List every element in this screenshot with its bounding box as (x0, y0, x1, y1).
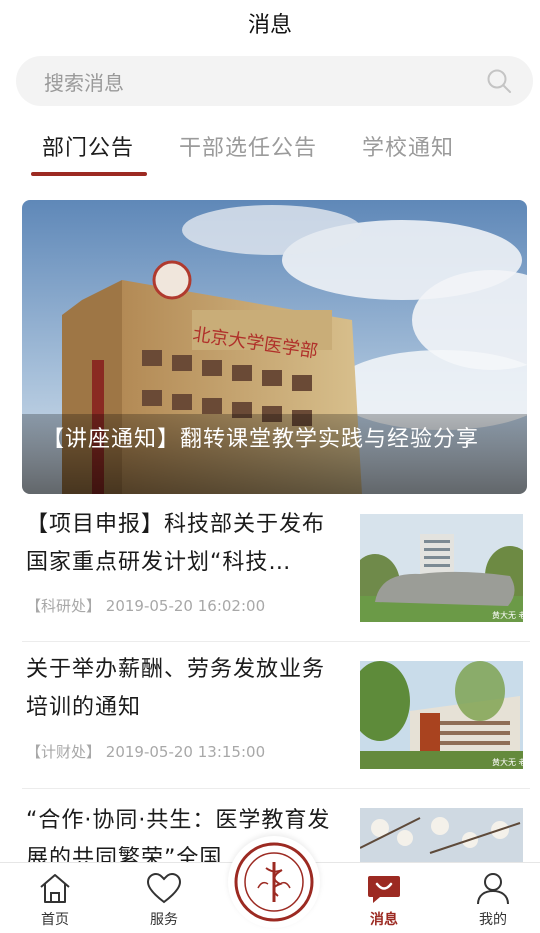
tabbar-item-me[interactable]: 我的 (453, 871, 533, 929)
tabbar-label: 我的 (479, 912, 507, 928)
banner-caption: 【讲座通知】翻转课堂教学实践与经验分享 (22, 414, 527, 494)
tab-school-notice[interactable]: 学校通知 (362, 130, 454, 162)
message-icon (368, 876, 400, 903)
news-meta: 【科研处】 2019-05-20 16:02:00 (26, 595, 265, 616)
news-department: 【计财处】 (26, 743, 102, 761)
university-emblem-icon (234, 842, 314, 922)
active-tab-indicator (31, 172, 147, 176)
search-bar[interactable]: 搜索消息 (16, 56, 533, 106)
thumb-watermark: 黄大无 老 (492, 757, 523, 767)
tabbar-item-home[interactable]: 首页 (15, 871, 95, 929)
news-department: 【科研处】 (26, 597, 102, 615)
university-logo-button[interactable] (228, 836, 320, 928)
tabbar-label: 服务 (150, 912, 178, 928)
news-thumbnail: 黄大无 老 (360, 514, 523, 622)
tabbar-label: 消息 (370, 912, 398, 928)
news-title: 【项目申报】科技部关于发布国家重点研发计划“科技… (26, 512, 326, 575)
tab-department-notice[interactable]: 部门公告 (42, 130, 134, 162)
header: 消息 (0, 0, 540, 46)
home-icon (40, 874, 70, 903)
tab-cadre-selection[interactable]: 干部选任公告 (179, 130, 317, 162)
search-input[interactable]: 搜索消息 (44, 67, 485, 96)
divider (22, 641, 530, 642)
tabbar-item-service[interactable]: 服务 (124, 871, 204, 929)
tabbar-item-message[interactable]: 消息 (344, 871, 424, 929)
news-datetime: 2019-05-20 16:02:00 (105, 597, 266, 615)
news-title: 关于举办薪酬、劳务发放业务培训的通知 (26, 657, 326, 720)
news-thumbnail: 黄大无 老 (360, 661, 523, 769)
tabbar-label: 首页 (41, 912, 69, 928)
page-title: 消息 (247, 13, 292, 38)
thumb-watermark: 黄大无 老 (492, 610, 523, 620)
person-icon (477, 873, 509, 905)
divider (22, 788, 530, 789)
category-tabs: 部门公告 干部选任公告 学校通知 (0, 122, 540, 178)
news-datetime: 2019-05-20 13:15:00 (105, 743, 266, 761)
featured-banner[interactable]: 北京大学医学部 【讲座通知】翻转课堂教学实践与经验分享 (22, 200, 527, 494)
search-icon[interactable] (485, 67, 513, 95)
news-meta: 【计财处】 2019-05-20 13:15:00 (26, 741, 265, 762)
heart-icon (146, 872, 182, 904)
